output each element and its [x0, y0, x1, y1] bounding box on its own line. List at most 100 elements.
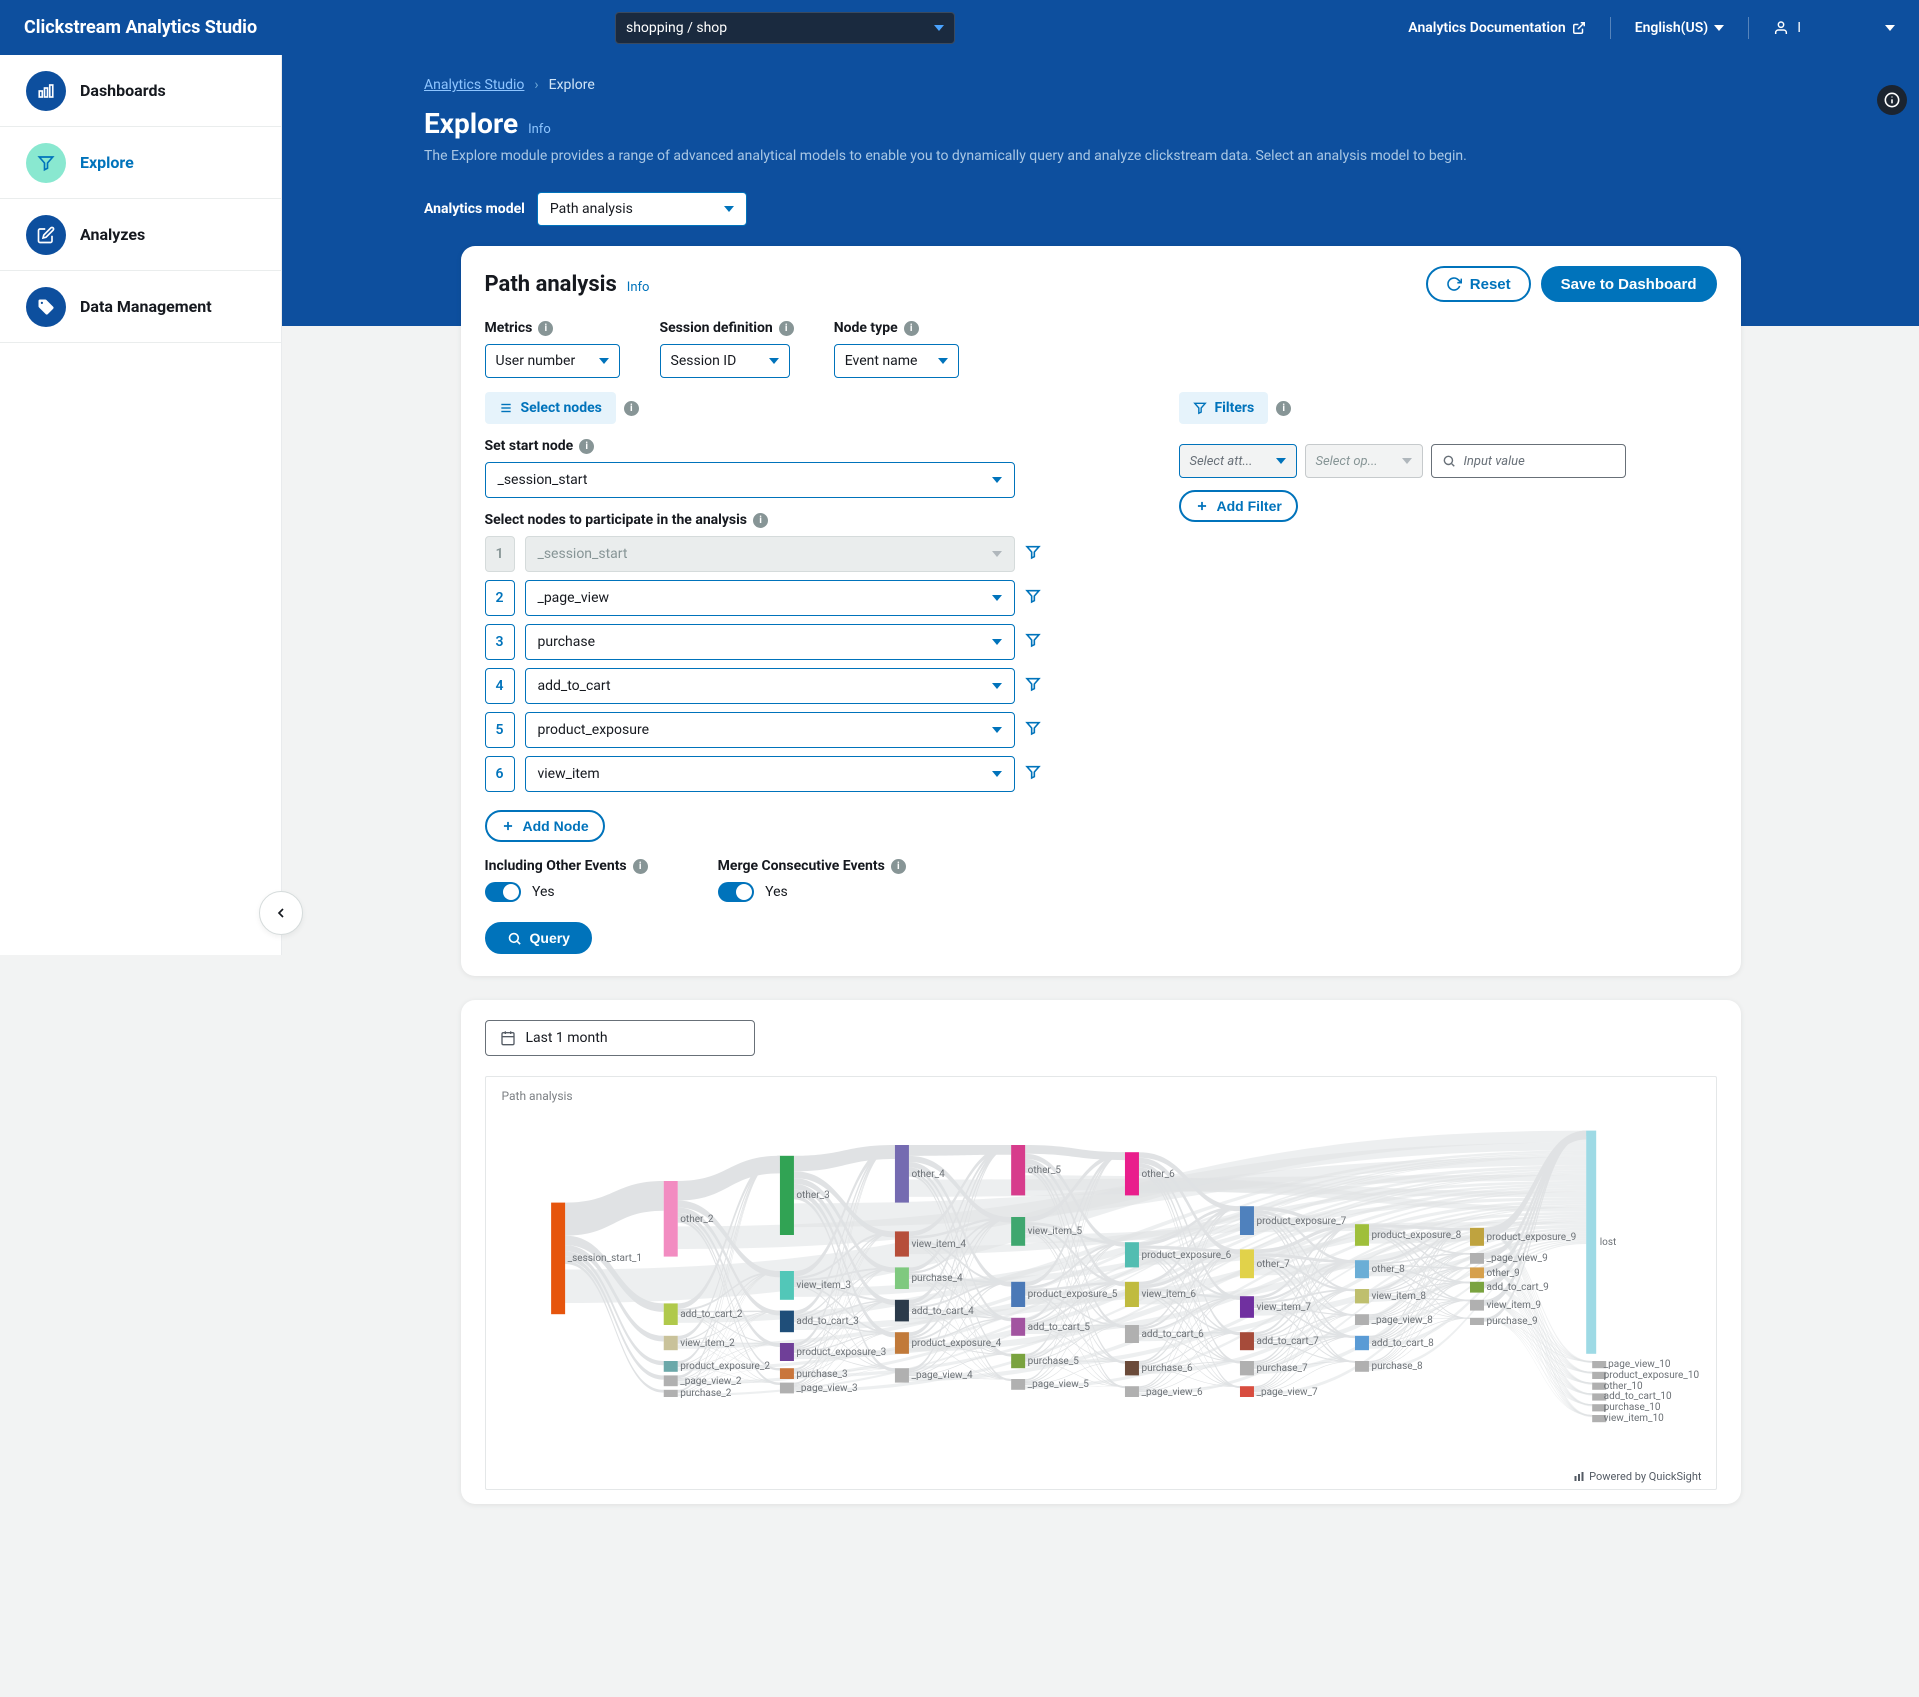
metrics-label: Metrics [485, 320, 533, 336]
sankey-node-label: view_item_3 [796, 1280, 851, 1291]
sankey-node-label: add_to_cart_4 [911, 1306, 973, 1317]
info-icon[interactable]: i [633, 859, 648, 874]
search-icon [507, 931, 522, 946]
config-top-controls: Metricsi User number Session definitioni… [461, 312, 1741, 392]
caret-down-icon[interactable] [1885, 25, 1895, 31]
sankey-node-label: purchase_6 [1141, 1363, 1192, 1374]
node-select[interactable]: view_item [525, 756, 1015, 792]
date-range-select[interactable]: Last 1 month [485, 1020, 755, 1056]
sidebar-item-label: Data Management [80, 297, 212, 316]
powered-by-text: Powered by QuickSight [1589, 1470, 1701, 1483]
merge-toggle[interactable] [718, 882, 754, 902]
node-select[interactable]: add_to_cart [525, 668, 1015, 704]
sidebar-item-analyzes[interactable]: Analyzes [0, 199, 281, 271]
config-info-link[interactable]: Info [627, 280, 650, 295]
include-other-label: Including Other Events [485, 858, 627, 874]
sankey-node-label: product_exposure_5 [1028, 1289, 1118, 1300]
reset-button[interactable]: Reset [1426, 266, 1531, 302]
node-select[interactable]: _page_view [525, 580, 1015, 616]
doc-link-label: Analytics Documentation [1408, 20, 1565, 36]
info-icon[interactable]: i [624, 401, 639, 416]
caret-down-icon [934, 25, 944, 31]
help-fab[interactable] [1877, 85, 1907, 115]
add-node-button[interactable]: Add Node [485, 810, 605, 842]
sankey-node-label: add_to_cart_9 [1486, 1282, 1548, 1293]
node-select[interactable]: product_exposure [525, 712, 1015, 748]
caret-down-icon [724, 206, 734, 212]
node-index: 3 [485, 624, 515, 660]
info-icon[interactable]: i [1276, 401, 1291, 416]
node-filter-button[interactable] [1025, 544, 1041, 564]
include-other-toggle[interactable] [485, 882, 521, 902]
node-filter-button[interactable] [1025, 764, 1041, 784]
info-icon[interactable]: i [579, 439, 594, 454]
analytics-doc-link[interactable]: Analytics Documentation [1408, 20, 1585, 36]
page-info-link[interactable]: Info [528, 122, 551, 137]
node-filter-button[interactable] [1025, 720, 1041, 740]
sidebar-item-data-management[interactable]: Data Management [0, 271, 281, 343]
external-link-icon [1572, 21, 1586, 35]
language-selector[interactable]: English(US) [1635, 20, 1724, 36]
sankey-node-label: product_exposure_9 [1486, 1232, 1576, 1243]
caret-down-icon [992, 727, 1002, 733]
filters-pill[interactable]: Filters [1179, 392, 1269, 424]
quicksight-icon [1573, 1471, 1585, 1483]
user-menu[interactable]: I [1773, 20, 1801, 36]
filter-operator-select[interactable]: Select op... [1305, 444, 1423, 478]
info-icon[interactable]: i [538, 321, 553, 336]
main-area: Path analysis Info Reset Save to Dashboa… [0, 246, 1919, 1697]
session-select[interactable]: Session ID [660, 344, 790, 378]
sidebar-item-explore[interactable]: Explore [0, 127, 281, 199]
node-filter-button[interactable] [1025, 676, 1041, 696]
metrics-select[interactable]: User number [485, 344, 620, 378]
sidebar-item-dashboards[interactable]: Dashboards [0, 55, 281, 127]
sankey-node-label: purchase_5 [1028, 1356, 1079, 1367]
node-index: 2 [485, 580, 515, 616]
filter-value-input[interactable]: Input value [1431, 444, 1626, 478]
caret-down-icon [769, 358, 779, 364]
filters-column: Filters i Select att... Select op... [1179, 392, 1639, 902]
node-filter-button[interactable] [1025, 632, 1041, 652]
node-select-value: add_to_cart [538, 678, 611, 694]
select-nodes-pill[interactable]: Select nodes [485, 392, 616, 424]
filter-attribute-select[interactable]: Select att... [1179, 444, 1297, 478]
caret-down-icon [1276, 458, 1286, 464]
merge-label: Merge Consecutive Events [718, 858, 885, 874]
node-select: _session_start [525, 536, 1015, 572]
chart-footer: Powered by QuickSight [1573, 1470, 1701, 1483]
chevron-left-icon [273, 905, 289, 921]
info-icon[interactable]: i [779, 321, 794, 336]
sidebar-collapse-button[interactable] [259, 891, 303, 935]
filter-value-placeholder: Input value [1464, 454, 1525, 469]
node-select[interactable]: purchase [525, 624, 1015, 660]
nodetype-label: Node type [834, 320, 898, 336]
sankey-node-label: view_item_6 [1141, 1289, 1196, 1300]
info-icon[interactable]: i [904, 321, 919, 336]
page-title-text: Explore [424, 107, 518, 140]
nodetype-select[interactable]: Event name [834, 344, 959, 378]
page-title: Explore Info [424, 107, 1919, 140]
sankey-chart[interactable]: _session_start_1other_2add_to_cart_2view… [502, 1109, 1700, 1469]
include-other-toggle-group: Including Other Eventsi Yes [485, 858, 648, 902]
info-icon[interactable]: i [753, 513, 768, 528]
breadcrumb-root[interactable]: Analytics Studio [424, 77, 524, 93]
caret-down-icon [1714, 25, 1724, 31]
analytics-model-select[interactable]: Path analysis [537, 192, 747, 226]
sankey-node-label: product_exposure_4 [911, 1338, 1001, 1349]
save-dashboard-button[interactable]: Save to Dashboard [1541, 266, 1717, 302]
sankey-node-label: other_4 [911, 1169, 944, 1180]
query-button[interactable]: Query [485, 922, 592, 954]
info-icon[interactable]: i [891, 859, 906, 874]
analytics-model-value: Path analysis [550, 201, 633, 217]
project-selector[interactable]: shopping / shop [615, 12, 955, 44]
sankey-node-label: lost [1600, 1237, 1617, 1248]
plus-icon [501, 819, 515, 833]
add-filter-button[interactable]: Add Filter [1179, 490, 1298, 522]
node-filter-button[interactable] [1025, 588, 1041, 608]
sankey-node-label: _page_view_6 [1141, 1387, 1202, 1398]
filters-label: Filters [1215, 400, 1255, 416]
tag-icon [26, 287, 66, 327]
merge-value: Yes [765, 884, 788, 900]
sankey-node-label: other_10 [1604, 1381, 1643, 1392]
start-node-select[interactable]: _session_start [485, 462, 1015, 498]
